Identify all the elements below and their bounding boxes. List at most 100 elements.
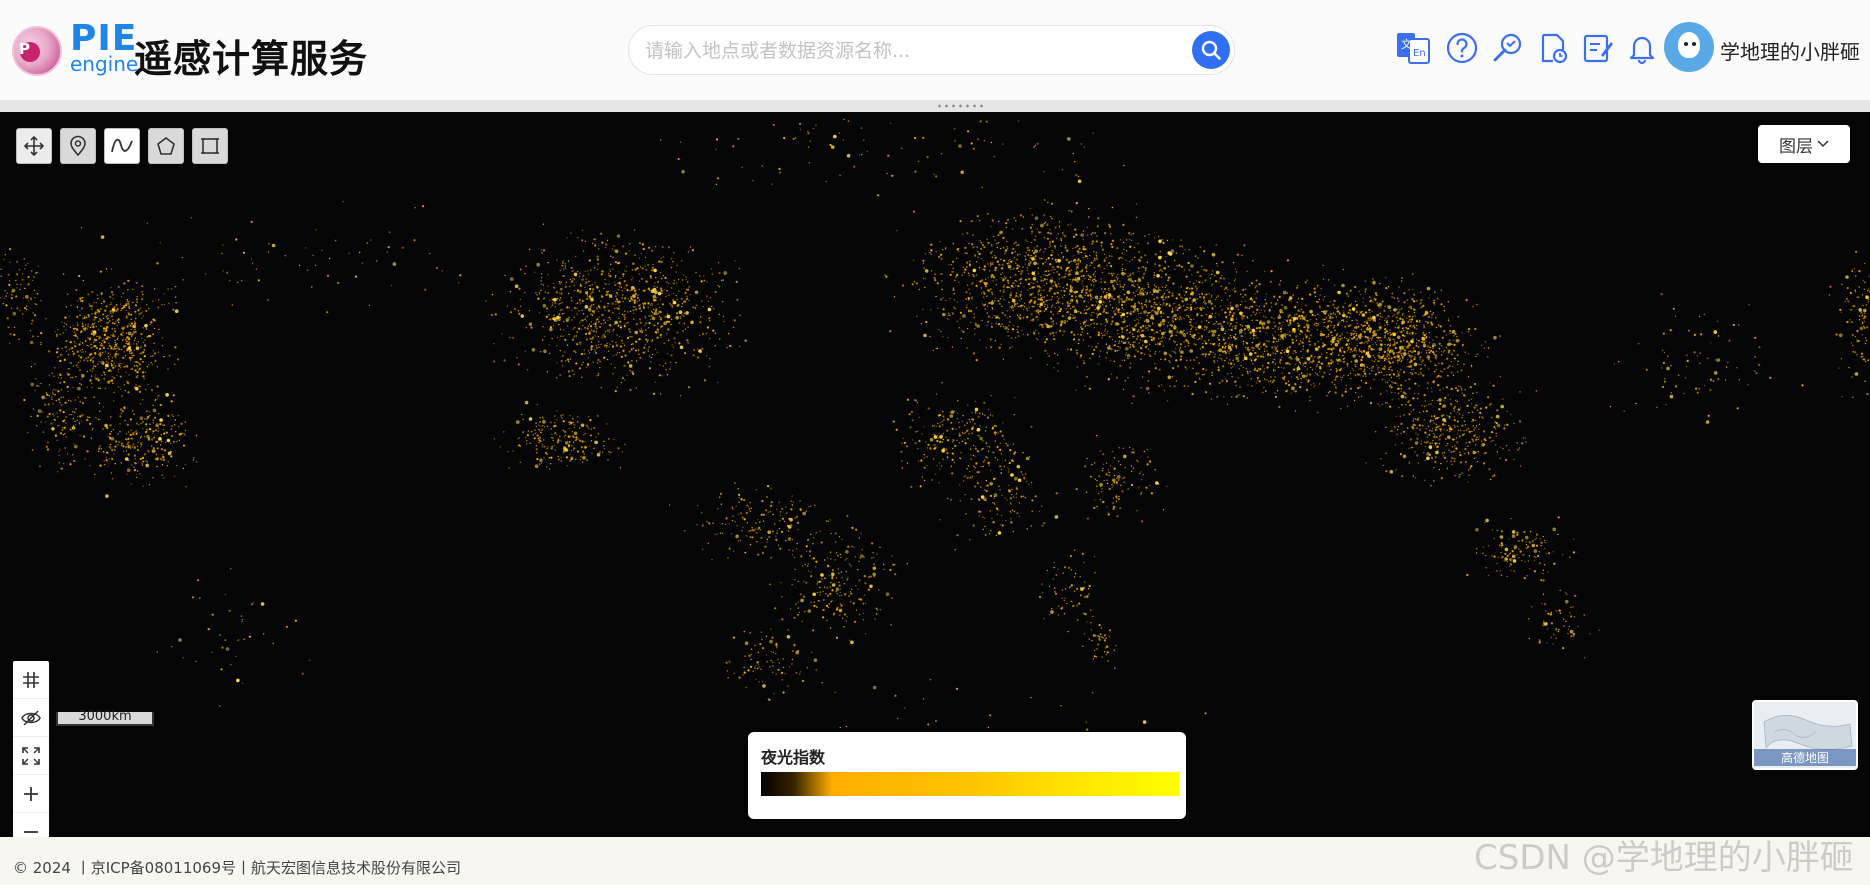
city-light xyxy=(1013,257,1016,259)
city-light xyxy=(1039,302,1044,307)
city-light xyxy=(601,241,604,244)
city-light xyxy=(1277,338,1280,341)
city-light xyxy=(531,348,536,352)
city-light xyxy=(993,235,995,238)
city-light xyxy=(1264,343,1266,345)
city-light xyxy=(1150,336,1153,339)
city-light xyxy=(518,287,521,290)
city-light xyxy=(543,426,546,428)
city-light xyxy=(659,333,662,337)
help-icon[interactable] xyxy=(1444,30,1480,66)
city-light xyxy=(802,565,804,567)
document-clock-icon[interactable] xyxy=(1535,30,1571,66)
city-light xyxy=(1070,569,1073,571)
city-light xyxy=(1002,236,1005,240)
city-light xyxy=(1436,376,1438,378)
city-light xyxy=(1294,390,1297,393)
city-light xyxy=(1431,323,1434,326)
city-light xyxy=(1299,363,1302,365)
map-canvas[interactable]: 图层 夜光指数 xyxy=(0,112,1870,837)
city-light xyxy=(1328,329,1330,331)
city-light xyxy=(1081,280,1084,282)
city-light xyxy=(953,306,955,308)
city-light xyxy=(841,538,843,540)
city-light xyxy=(1202,342,1204,345)
city-light xyxy=(1043,284,1045,287)
city-light xyxy=(901,284,905,287)
city-light xyxy=(1079,576,1081,578)
city-light xyxy=(1184,248,1186,251)
city-light xyxy=(1037,298,1040,301)
city-light xyxy=(639,266,642,268)
city-light xyxy=(1218,335,1220,337)
username[interactable]: 学地理的小胖砸 xyxy=(1720,36,1860,65)
city-light xyxy=(958,281,960,283)
city-light xyxy=(588,323,591,325)
city-light xyxy=(1056,295,1059,298)
city-light xyxy=(759,529,761,531)
city-light xyxy=(1354,347,1357,350)
panel-splitter[interactable] xyxy=(0,100,1870,112)
city-light xyxy=(766,496,768,498)
drag-handle-icon[interactable] xyxy=(936,104,984,108)
city-light xyxy=(855,585,857,587)
city-light xyxy=(1115,500,1118,502)
city-light xyxy=(1282,312,1284,314)
city-light xyxy=(686,339,689,342)
city-light xyxy=(1175,359,1178,362)
city-light xyxy=(551,445,554,448)
city-light xyxy=(1281,372,1283,374)
city-light xyxy=(989,265,992,267)
city-light xyxy=(1160,337,1163,339)
city-light xyxy=(719,338,721,340)
search-input[interactable] xyxy=(645,36,1165,66)
city-light xyxy=(493,438,496,440)
translate-icon[interactable]: 文 En xyxy=(1395,30,1431,66)
city-light xyxy=(1304,281,1307,284)
city-light xyxy=(1241,317,1244,320)
city-light xyxy=(573,436,575,439)
city-light xyxy=(848,563,851,565)
city-light xyxy=(1045,282,1048,285)
city-light xyxy=(1336,307,1339,310)
city-light xyxy=(795,548,798,550)
city-light xyxy=(679,316,681,318)
city-light xyxy=(540,432,542,434)
city-light xyxy=(650,315,652,317)
bell-icon[interactable] xyxy=(1624,30,1660,66)
city-light xyxy=(615,300,617,303)
city-light xyxy=(1182,331,1184,333)
city-light xyxy=(1104,325,1107,327)
city-light xyxy=(1336,334,1338,337)
city-light xyxy=(633,347,635,350)
city-light xyxy=(1223,343,1226,345)
edit-note-icon[interactable] xyxy=(1580,30,1616,66)
city-light xyxy=(599,325,602,329)
city-light xyxy=(616,300,619,303)
avatar[interactable] xyxy=(1664,22,1714,72)
city-light xyxy=(673,337,676,340)
city-light xyxy=(546,466,548,468)
city-light xyxy=(1330,324,1332,326)
city-light xyxy=(1213,356,1215,358)
city-light xyxy=(1070,269,1072,271)
city-light xyxy=(864,602,867,605)
city-light xyxy=(996,242,998,245)
city-light xyxy=(1078,247,1081,250)
tools-icon[interactable] xyxy=(1490,30,1526,66)
city-light xyxy=(588,259,591,262)
city-light xyxy=(924,269,929,273)
city-light xyxy=(1111,255,1113,257)
city-light xyxy=(942,336,944,338)
city-light xyxy=(1044,270,1046,273)
city-light xyxy=(610,263,612,265)
city-light xyxy=(1091,242,1094,245)
city-light xyxy=(776,647,778,649)
city-light xyxy=(1383,359,1386,362)
city-light xyxy=(1271,346,1274,349)
city-light xyxy=(1319,332,1324,337)
city-light xyxy=(573,289,576,292)
city-light xyxy=(1083,312,1085,315)
city-light xyxy=(1103,479,1105,482)
search-button[interactable] xyxy=(1192,31,1230,69)
